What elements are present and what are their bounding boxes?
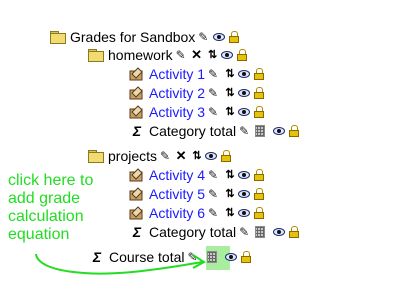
annotation-arrow xyxy=(35,253,206,275)
